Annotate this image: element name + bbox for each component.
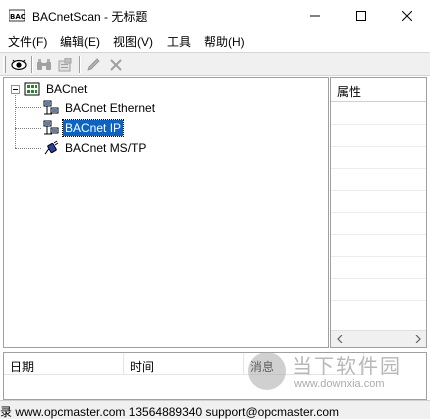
watermark-brand: 当下软件园 [292, 354, 402, 378]
toolbar-separator [31, 56, 33, 73]
serial-plug-icon [44, 140, 59, 155]
eye-icon [11, 59, 27, 70]
minimize-button[interactable] [292, 0, 338, 31]
tree-node-label: BACnet Ethernet [65, 101, 156, 115]
horizontal-scrollbar[interactable] [331, 330, 426, 347]
properties-header: 属性 [331, 78, 426, 102]
bacnet-app-icon: BAC [9, 9, 25, 22]
watermark-url: www.downxia.com [294, 378, 385, 390]
menu-help[interactable]: 帮助(H) [204, 33, 245, 50]
column-header-time[interactable]: 时间 [124, 353, 244, 375]
scroll-left-button[interactable] [331, 331, 348, 347]
column-header-date[interactable]: 日期 [4, 353, 124, 375]
network-grid-icon [24, 82, 40, 96]
edit-button[interactable] [83, 55, 103, 74]
menu-view[interactable]: 视图(V) [113, 33, 153, 50]
view-button[interactable] [9, 55, 29, 74]
collapse-toggle[interactable] [11, 85, 20, 94]
tree-node-bacnet-ip[interactable]: BACnet IP [43, 119, 125, 137]
menu-file[interactable]: 文件(F) [8, 33, 47, 50]
watermark-logo [248, 352, 286, 390]
property-row [331, 168, 426, 169]
tree-connector [15, 128, 41, 129]
tree-node-bacnet[interactable]: BACnet [24, 80, 89, 98]
status-text: 录 www.opcmaster.com 13564889340 support@… [0, 405, 340, 419]
toolbar-separator [79, 56, 81, 73]
delete-icon [110, 58, 122, 71]
minimize-icon [310, 15, 320, 16]
chevron-right-icon [415, 335, 421, 343]
tree-connector [15, 148, 41, 149]
find-button[interactable] [34, 55, 54, 74]
properties-button[interactable] [55, 55, 75, 74]
property-row [331, 256, 426, 257]
menu-bar: 文件(F) 编辑(E) 视图(V) 工具 帮助(H) [0, 31, 430, 51]
toolbar-grip[interactable] [3, 56, 6, 73]
device-tree[interactable]: BACnet BACnet Ethernet BACnet IP BACnet … [3, 77, 329, 348]
tree-connector [15, 95, 16, 148]
tree-node-label: BACnet MS/TP [65, 141, 147, 155]
property-row [331, 190, 426, 191]
tree-node-bacnet-ethernet[interactable]: BACnet Ethernet [43, 99, 157, 117]
network-computers-icon [43, 100, 59, 115]
menu-tools[interactable]: 工具 [167, 33, 191, 50]
scroll-right-button[interactable] [409, 331, 426, 347]
window-title: BACnetScan - 无标题 [32, 10, 148, 24]
tree-connector [15, 107, 41, 108]
property-row [331, 300, 426, 301]
close-icon [402, 10, 412, 21]
property-row [331, 212, 426, 213]
status-bar: 录 www.opcmaster.com 13564889340 support@… [0, 400, 430, 419]
close-button[interactable] [384, 0, 430, 31]
chevron-left-icon [336, 335, 342, 343]
property-row [331, 146, 426, 147]
menu-edit[interactable]: 编辑(E) [60, 33, 100, 50]
binoculars-icon [37, 58, 51, 70]
watermark: 当下软件园 www.downxia.com [240, 350, 430, 396]
title-bar: BAC BACnetScan - 无标题 [0, 0, 430, 31]
property-row [331, 234, 426, 235]
property-row [331, 124, 426, 125]
svg-text:BAC: BAC [10, 13, 25, 21]
toolbar [0, 52, 430, 76]
tree-node-label: BACnet IP [61, 119, 125, 137]
maximize-icon [356, 10, 366, 21]
tree-node-label: BACnet [46, 82, 88, 96]
pencil-icon [87, 57, 100, 71]
property-row [331, 278, 426, 279]
tree-node-bacnet-mstp[interactable]: BACnet MS/TP [43, 139, 148, 157]
maximize-button[interactable] [338, 0, 384, 31]
properties-pane[interactable]: 属性 [330, 77, 427, 348]
properties-icon [58, 57, 72, 71]
network-computers-icon [43, 120, 59, 135]
delete-button[interactable] [106, 55, 126, 74]
